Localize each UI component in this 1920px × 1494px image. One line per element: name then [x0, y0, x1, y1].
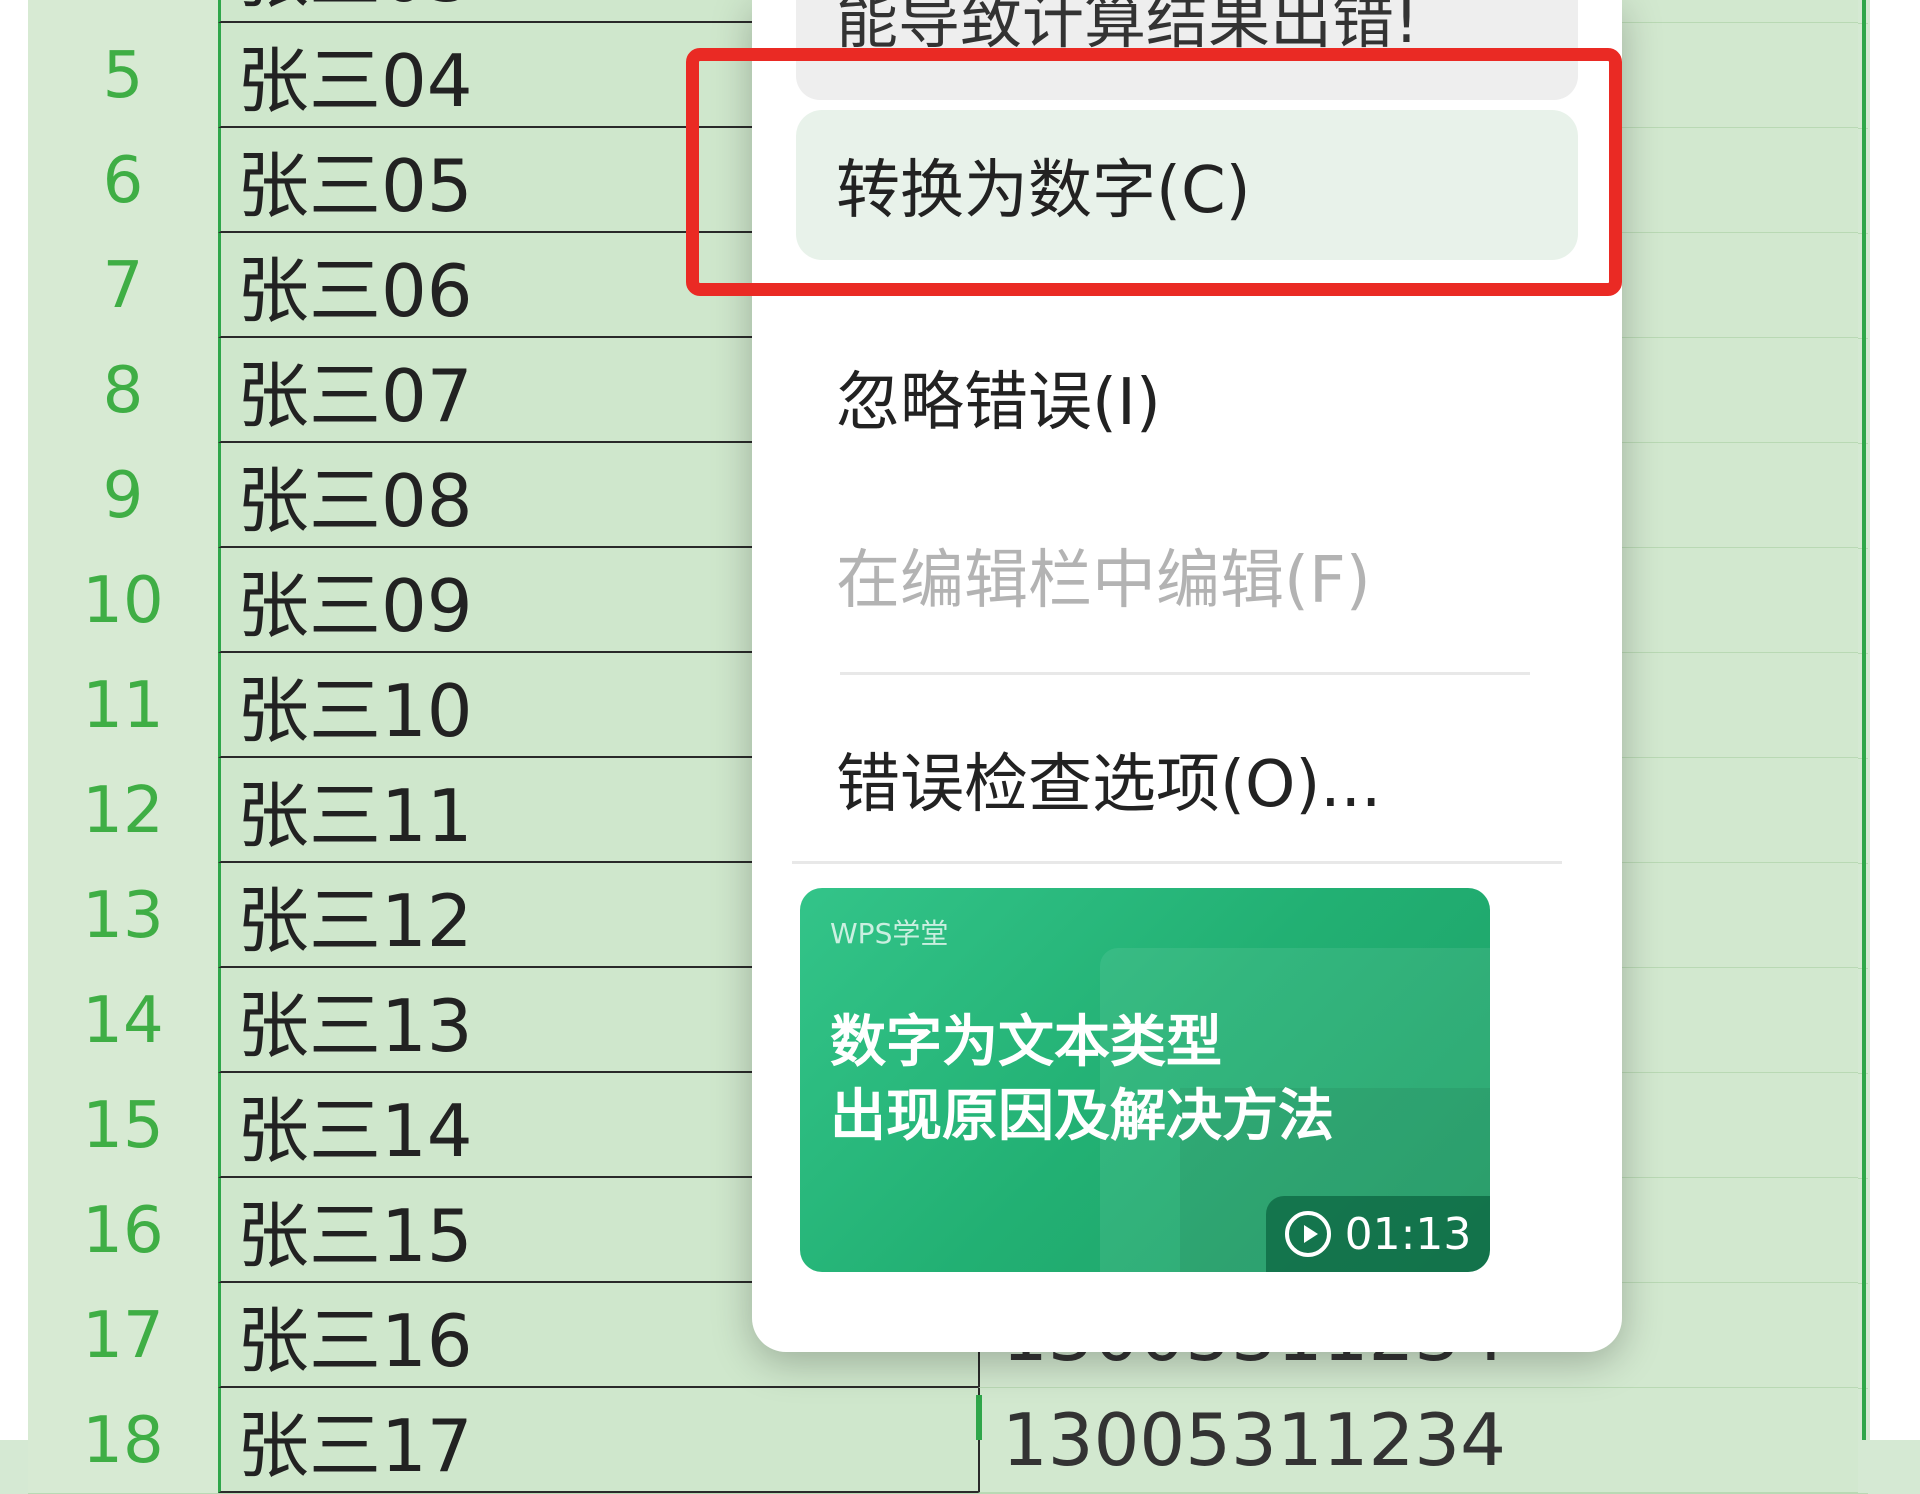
menu-divider: [840, 672, 1530, 675]
edit-in-formula-bar-item: 在编辑栏中编辑(F): [836, 544, 1371, 618]
left-edge: [0, 0, 28, 1440]
video-duration: 01:13: [1344, 1208, 1472, 1260]
row-number[interactable]: 12: [28, 758, 219, 863]
play-icon[interactable]: [1284, 1211, 1331, 1257]
error-check-options-item[interactable]: 错误检查选项(O)...: [796, 704, 1578, 854]
video-duration-badge[interactable]: 01:13: [1266, 1196, 1490, 1272]
row-number[interactable]: 18: [28, 1388, 219, 1493]
ignore-error-item[interactable]: 忽略错误(I): [796, 322, 1578, 472]
video-title-line: 数字为文本类型: [830, 1010, 1222, 1075]
error-indicator[interactable]: [976, 1395, 982, 1440]
selection-border: [1862, 0, 1866, 1440]
row-number[interactable]: 17: [28, 1283, 219, 1388]
row-number[interactable]: 14: [28, 968, 219, 1073]
row-number[interactable]: 15: [28, 1073, 219, 1178]
row-number[interactable]: 9: [28, 443, 219, 548]
video-title: 数字为文本类型 出现原因及解决方法: [830, 1006, 1334, 1154]
right-edge: [1870, 0, 1920, 1440]
name-cell[interactable]: 张三17: [218, 1388, 978, 1493]
highlight-annotation-box: [686, 48, 1622, 296]
row-number[interactable]: 11: [28, 653, 219, 758]
row-number[interactable]: 10: [28, 548, 219, 653]
table-row[interactable]: 18 张三17 13005311234: [28, 1388, 1868, 1494]
row-number[interactable]: 8: [28, 338, 219, 443]
row-number[interactable]: 6: [28, 128, 219, 233]
menu-divider: [792, 861, 1562, 864]
video-title-line: 出现原因及解决方法: [830, 1084, 1334, 1149]
phone-cell[interactable]: 13005311234: [978, 1388, 1858, 1493]
video-brand: WPS学堂: [830, 917, 949, 950]
video-tutorial-card[interactable]: WPS学堂 数字为文本类型 出现原因及解决方法 01:13: [800, 888, 1490, 1272]
row-number[interactable]: 5: [28, 23, 219, 128]
row-number[interactable]: 4: [28, 0, 219, 23]
row-number[interactable]: 16: [28, 1178, 219, 1283]
row-number[interactable]: 13: [28, 863, 219, 968]
row-number[interactable]: 7: [28, 233, 219, 338]
